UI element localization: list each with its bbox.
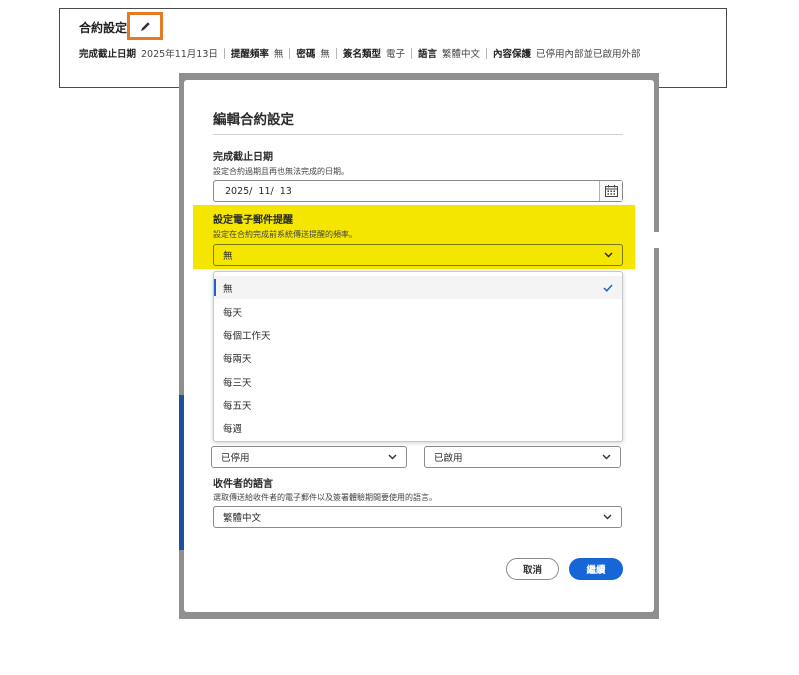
reminder-option[interactable]: 每週 (214, 416, 622, 439)
chevron-down-icon (603, 514, 612, 520)
internal-protection-value: 已停用 (221, 453, 250, 464)
edit-settings-button[interactable] (127, 12, 163, 40)
option-label: 每五天 (223, 400, 252, 412)
reminder-option[interactable]: 每五天 (214, 393, 622, 416)
divider (410, 47, 412, 59)
reminder-option[interactable]: 每兩天 (214, 346, 622, 369)
summary-key: 內容保護 (493, 49, 532, 60)
reminder-hint: 設定在合約完成前系統傳送提醒的頻率。 (213, 230, 357, 239)
reminder-label: 設定電子郵件提醒 (213, 215, 293, 226)
dialog-title: 編輯合約設定 (213, 112, 294, 128)
divider (289, 47, 291, 59)
settings-summary: 完成截止日期 2025年11月13日 提醒頻率 無 密碼 無 簽名類型 電子 語… (79, 46, 647, 60)
checkmark-icon (603, 283, 613, 292)
deadline-label: 完成截止日期 (213, 152, 273, 163)
option-label: 每兩天 (223, 353, 252, 365)
deadline-date-input[interactable]: 2025/ 11/ 13 (213, 180, 623, 202)
calendar-icon (604, 185, 618, 197)
reminder-option[interactable]: 每三天 (214, 370, 622, 393)
language-hint: 選取傳送給收件者的電子郵件以及簽署體驗期間要使用的語言。 (213, 493, 437, 502)
option-label: 每個工作天 (223, 330, 271, 342)
continue-button[interactable]: 繼續 (569, 558, 623, 580)
chevron-down-icon (604, 252, 613, 258)
language-label: 收件者的語言 (213, 479, 273, 490)
reminder-select-value: 無 (223, 251, 233, 262)
language-value: 繁體中文 (223, 513, 262, 524)
calendar-button[interactable] (599, 181, 622, 201)
option-label: 每三天 (223, 377, 252, 389)
summary-key: 密碼 (296, 49, 316, 60)
reminder-option[interactable]: 無 (214, 276, 622, 299)
deadline-date-value: 2025/ 11/ 13 (225, 185, 292, 197)
reminder-highlight: 設定電子郵件提醒 設定在合約完成前系統傳送提醒的頻率。 無 (193, 205, 635, 269)
internal-protection-select[interactable]: 已停用 (211, 446, 407, 468)
cancel-button[interactable]: 取消 (506, 558, 559, 580)
language-select[interactable]: 繁體中文 (213, 506, 622, 528)
summary-key: 簽名類型 (342, 49, 381, 60)
reminder-options-list: 無 每天 每個工作天 每兩天 每三天 每五天 每週 (213, 271, 623, 442)
summary-value: 電子 (385, 49, 405, 60)
option-label: 無 (223, 283, 233, 295)
divider (486, 47, 487, 59)
background-fragment (654, 232, 659, 248)
chevron-down-icon (602, 454, 611, 460)
divider (335, 47, 337, 59)
external-protection-value: 已啟用 (434, 453, 463, 464)
pencil-icon (140, 21, 150, 31)
option-label: 每週 (223, 423, 243, 435)
summary-key: 提醒頻率 (230, 49, 269, 60)
deadline-hint: 設定合約過期且再也無法完成的日期。 (213, 167, 349, 176)
summary-key: 語言 (417, 49, 437, 60)
agreement-settings-title: 合約設定 (79, 21, 128, 35)
external-protection-select[interactable]: 已啟用 (424, 446, 621, 468)
title-divider (213, 134, 623, 135)
summary-value: 無 (273, 49, 284, 60)
summary-value: 已停用內部並已啟用外部 (536, 49, 641, 60)
summary-value: 繁體中文 (441, 49, 480, 60)
reminder-option[interactable]: 每天 (214, 300, 622, 323)
summary-value: 無 (320, 49, 330, 60)
chevron-down-icon (388, 454, 397, 460)
summary-value: 2025年11月13日 (141, 49, 218, 60)
option-label: 每天 (223, 307, 243, 319)
divider (223, 47, 225, 59)
reminder-select[interactable]: 無 (213, 244, 623, 266)
reminder-option[interactable]: 每個工作天 (214, 323, 622, 346)
summary-key: 完成截止日期 (79, 49, 137, 60)
